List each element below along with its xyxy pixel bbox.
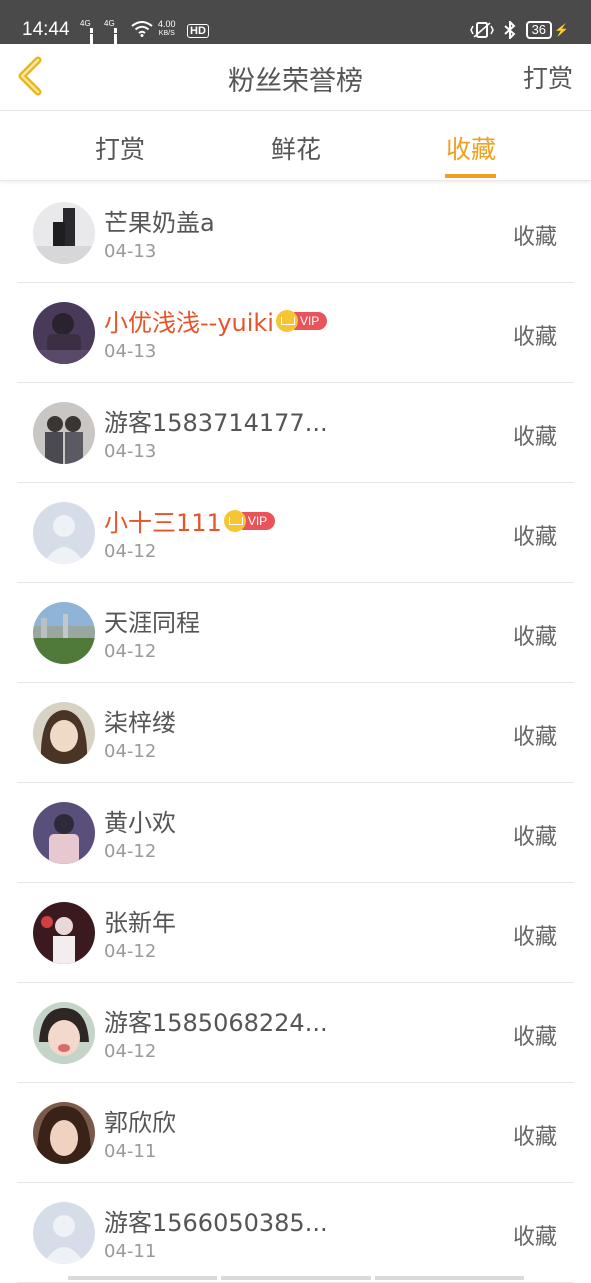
user-name: 游客1583714177... <box>104 409 328 437</box>
avatar[interactable] <box>33 402 95 464</box>
list-item[interactable]: 天涯同程 04-12 收藏 <box>17 583 574 683</box>
action-label: 收藏 <box>512 1025 557 1050</box>
page-title: 粉丝荣誉榜 <box>228 66 363 97</box>
avatar[interactable] <box>33 602 95 664</box>
tab-flowers[interactable]: 鲜花 <box>236 130 356 166</box>
user-date: 04-11 <box>104 1141 157 1162</box>
user-name: 张新年 <box>104 909 176 937</box>
user-name: 天涯同程 <box>104 609 200 637</box>
list-item[interactable]: 郭欣欣 04-11 收藏 <box>17 1083 574 1183</box>
action-label: 收藏 <box>512 1225 557 1250</box>
net-speed: 4.00 KB/S <box>158 19 176 39</box>
battery-icon: 36 <box>525 21 553 39</box>
bottom-edge-indicator <box>68 1276 524 1280</box>
user-date: 04-13 <box>104 241 157 262</box>
user-date: 04-12 <box>104 1041 157 1062</box>
vip-badge: VIP <box>293 311 328 330</box>
avatar[interactable] <box>33 1102 95 1164</box>
tab-favorites[interactable]: 收藏 <box>411 130 531 166</box>
wifi-icon <box>131 21 153 37</box>
action-label: 收藏 <box>512 225 557 250</box>
default-avatar-icon <box>33 502 95 564</box>
list-item[interactable]: 小十三111 VIP 04-12 收藏 <box>17 483 574 583</box>
user-name: 黄小欢 <box>104 809 176 837</box>
fan-list: 芒果奶盖a 04-13 收藏 小优浅浅--yuiki VIP 04-13 收藏 … <box>0 183 591 1283</box>
action-label: 收藏 <box>512 325 557 350</box>
list-item[interactable]: 黄小欢 04-12 收藏 <box>17 783 574 883</box>
bluetooth-icon <box>503 21 516 39</box>
avatar[interactable] <box>33 802 95 864</box>
vip-badge: VIP <box>241 511 276 530</box>
list-item[interactable]: 柒梓缕 04-12 收藏 <box>17 683 574 783</box>
action-label: 收藏 <box>512 825 557 850</box>
user-name-text: 小优浅浅--yuiki <box>104 309 274 337</box>
list-item[interactable]: 游客1583714177... 04-13 收藏 <box>17 383 574 483</box>
list-item[interactable]: 张新年 04-12 收藏 <box>17 883 574 983</box>
net-speed-unit: KB/S <box>158 30 175 37</box>
action-label: 收藏 <box>512 525 557 550</box>
user-date: 04-12 <box>104 741 157 762</box>
user-name: 柒梓缕 <box>104 709 176 737</box>
list-item[interactable]: 小优浅浅--yuiki VIP 04-13 收藏 <box>17 283 574 383</box>
crown-icon <box>275 309 298 332</box>
user-name: 小优浅浅--yuiki VIP <box>104 303 328 338</box>
avatar[interactable] <box>33 302 95 364</box>
charging-icon: ⚡ <box>554 23 569 37</box>
user-name-text: 小十三111 <box>104 509 222 537</box>
avatar[interactable] <box>33 902 95 964</box>
action-label: 收藏 <box>512 1125 557 1150</box>
tab-reward[interactable]: 打赏 <box>60 130 180 166</box>
default-avatar-icon <box>33 1202 95 1264</box>
reward-button[interactable]: 打赏 <box>523 59 573 95</box>
avatar[interactable] <box>33 202 95 264</box>
user-date: 04-13 <box>104 341 157 362</box>
action-label: 收藏 <box>512 425 557 450</box>
list-item[interactable]: 游客1566050385... 04-11 收藏 <box>17 1183 574 1283</box>
avatar[interactable] <box>33 1002 95 1064</box>
list-item[interactable]: 游客1585068224... 04-12 收藏 <box>17 983 574 1083</box>
tab-bar: 打赏 鲜花 收藏 <box>0 111 591 181</box>
user-date: 04-11 <box>104 1241 157 1262</box>
user-name: 游客1585068224... <box>104 1009 328 1037</box>
user-date: 04-12 <box>104 541 157 562</box>
avatar[interactable] <box>33 502 95 564</box>
net-speed-value: 4.00 <box>158 19 176 29</box>
action-label: 收藏 <box>512 925 557 950</box>
user-date: 04-13 <box>104 441 157 462</box>
user-name: 郭欣欣 <box>104 1109 176 1137</box>
action-label: 收藏 <box>512 725 557 750</box>
user-name: 游客1566050385... <box>104 1209 328 1237</box>
status-bar: 14:44 4G 4G 4.00 KB/S HD 36 ⚡ <box>0 0 591 56</box>
battery-level: 36 <box>531 22 547 37</box>
user-name: 小十三111 VIP <box>104 503 276 538</box>
user-name: 芒果奶盖a <box>104 209 215 237</box>
user-date: 04-12 <box>104 841 157 862</box>
hd-badge: HD <box>187 24 209 38</box>
user-date: 04-12 <box>104 641 157 662</box>
vibrate-icon <box>469 22 494 38</box>
active-tab-indicator <box>445 174 496 178</box>
avatar[interactable] <box>33 702 95 764</box>
crown-icon <box>223 509 246 532</box>
avatar[interactable] <box>33 1202 95 1264</box>
status-time: 14:44 <box>22 19 70 40</box>
user-date: 04-12 <box>104 941 157 962</box>
action-label: 收藏 <box>512 625 557 650</box>
list-item[interactable]: 芒果奶盖a 04-13 收藏 <box>17 183 574 283</box>
nav-bar: 粉丝荣誉榜 打赏 <box>0 44 591 111</box>
